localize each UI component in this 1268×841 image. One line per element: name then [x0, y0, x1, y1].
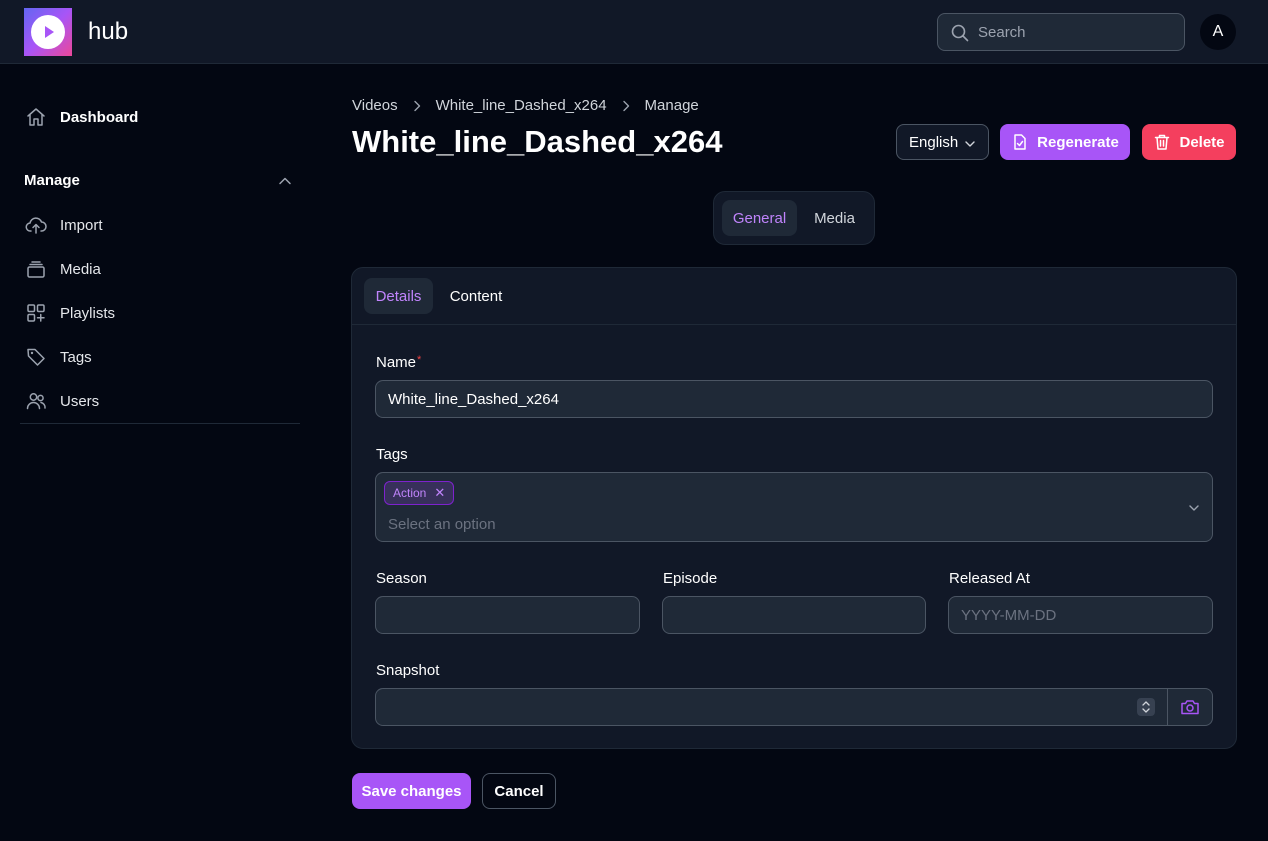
name-label-text: Name [376, 354, 417, 371]
avatar[interactable]: A [1200, 14, 1236, 50]
released-at-label: Released At [949, 570, 1030, 587]
tags-select[interactable]: Action ✕ Select an option [375, 472, 1213, 542]
page-title: White_line_Dashed_x264 [352, 124, 723, 159]
search-icon [951, 24, 969, 47]
play-icon [31, 15, 65, 49]
document-check-icon [1011, 133, 1029, 151]
sidebar-item-label: Dashboard [60, 108, 139, 126]
cancel-button[interactable]: Cancel [482, 773, 556, 809]
search-box[interactable] [937, 13, 1185, 51]
language-value: English [909, 133, 959, 151]
language-select[interactable]: English [896, 124, 989, 160]
save-changes-button[interactable]: Save changes [352, 773, 471, 809]
tag-icon [24, 345, 48, 369]
snapshot-input[interactable] [376, 689, 1168, 725]
sidebar-item-import[interactable]: Import [24, 211, 294, 239]
released-at-input[interactable]: YYYY-MM-DD [948, 596, 1213, 634]
chevron-up-icon[interactable] [278, 174, 292, 193]
brand-name: hub [88, 18, 129, 45]
chevron-right-icon [412, 100, 422, 112]
sidebar-item-label: Import [60, 216, 103, 234]
regenerate-button[interactable]: Regenerate [1000, 124, 1130, 160]
delete-button[interactable]: Delete [1142, 124, 1236, 160]
tab-media[interactable]: Media [802, 200, 867, 236]
regenerate-label: Regenerate [1037, 133, 1119, 151]
sidebar-item-users[interactable]: Users [24, 387, 294, 415]
home-icon [24, 105, 48, 129]
sidebar-group-title: Manage [24, 172, 80, 189]
field-divider [1167, 689, 1168, 725]
name-input[interactable]: White_line_Dashed_x264 [375, 380, 1213, 418]
tags-label: Tags [376, 446, 408, 463]
snapshot-field [375, 688, 1213, 726]
cloud-upload-icon [24, 213, 48, 237]
close-icon[interactable]: ✕ [434, 485, 445, 501]
chevron-right-icon [621, 100, 631, 112]
chevron-down-icon [1188, 501, 1200, 518]
main-tabs: General Media [713, 191, 875, 245]
sidebar-item-label: Playlists [60, 304, 116, 322]
details-card: Details Content Name* White_line_Dashed_… [351, 267, 1237, 749]
sidebar-item-label: Users [60, 392, 100, 410]
trash-icon [1153, 133, 1171, 151]
breadcrumb-item-videos[interactable]: Videos [352, 97, 398, 114]
stack-icon [24, 257, 48, 281]
breadcrumb: Videos White_line_Dashed_x264 Manage [352, 97, 699, 114]
chevron-down-icon [964, 137, 976, 154]
sidebar-item-dashboard[interactable]: Dashboard [24, 103, 294, 131]
app-logo[interactable] [24, 8, 72, 56]
required-mark: * [417, 354, 422, 366]
squares-plus-icon [24, 301, 48, 325]
episode-input[interactable] [662, 596, 926, 634]
tags-placeholder: Select an option [388, 516, 496, 533]
sidebar-item-media[interactable]: Media [24, 255, 294, 283]
delete-label: Delete [1179, 133, 1225, 151]
tag-chip-label: Action [393, 486, 427, 500]
episode-label: Episode [663, 570, 718, 587]
breadcrumb-item-manage[interactable]: Manage [645, 97, 699, 114]
sidebar-item-label: Media [60, 260, 101, 278]
season-label: Season [376, 570, 427, 587]
tab-content[interactable]: Content [440, 278, 512, 314]
search-input[interactable] [978, 14, 1178, 50]
users-icon [24, 389, 48, 413]
tab-general[interactable]: General [722, 200, 797, 236]
tag-chip: Action ✕ [384, 481, 455, 505]
camera-icon[interactable] [1180, 698, 1200, 720]
sidebar-item-tags[interactable]: Tags [24, 343, 294, 371]
stepper-icon[interactable] [1137, 698, 1155, 716]
tab-details[interactable]: Details [364, 278, 433, 314]
sidebar-item-playlists[interactable]: Playlists [24, 299, 294, 327]
name-label: Name* [376, 354, 421, 371]
top-bar: hub A [0, 0, 1268, 64]
sidebar-item-label: Tags [60, 348, 92, 366]
snapshot-label: Snapshot [376, 662, 440, 679]
season-input[interactable] [375, 596, 640, 634]
breadcrumb-item-video[interactable]: White_line_Dashed_x264 [436, 97, 607, 114]
sidebar-divider [20, 423, 300, 424]
tabs-divider [352, 324, 1236, 325]
